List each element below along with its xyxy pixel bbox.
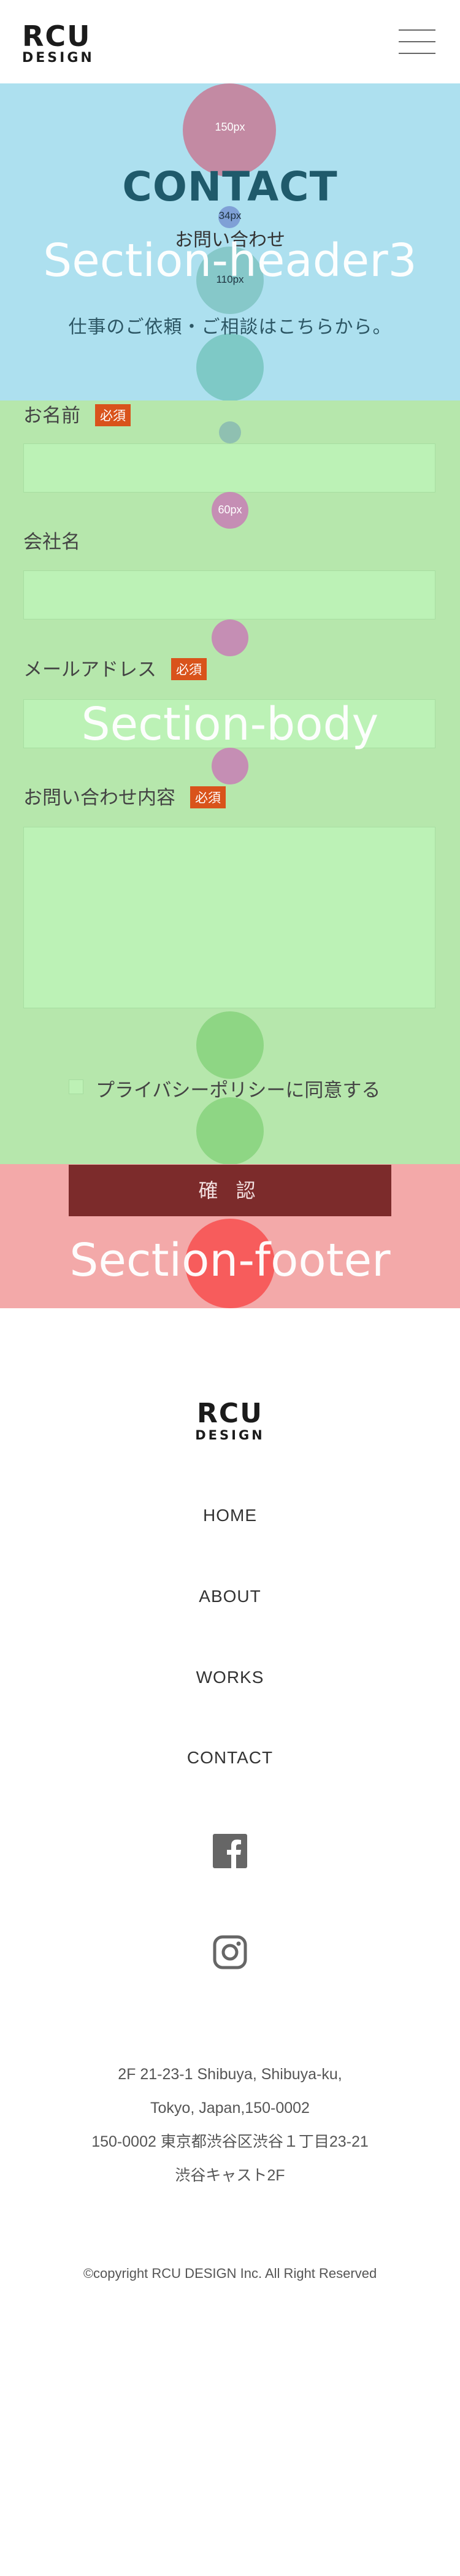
email-label-text: メールアドレス (23, 659, 156, 680)
page-title: CONTACT (122, 163, 338, 210)
hamburger-line (399, 41, 435, 42)
facebook-icon[interactable] (212, 1833, 248, 1869)
company-address: 2F 21-23-1 Shibuya, Shibuya-ku, Tokyo, J… (0, 2058, 460, 2193)
name-label: お名前 必須 (23, 400, 131, 428)
spacing-circle (212, 748, 248, 784)
logo-line2: DESIGN (22, 50, 94, 66)
spacing-circle (212, 619, 248, 656)
footer-nav-home[interactable]: HOME (0, 1506, 460, 1525)
copyright: ©copyright RCU DESIGN Inc. All Right Res… (83, 2266, 377, 2281)
section-label: Section-body (81, 698, 379, 751)
privacy-checkbox[interactable] (69, 1079, 83, 1094)
footer-nav-about[interactable]: ABOUT (0, 1587, 460, 1606)
section-label: Section-header3 (43, 234, 417, 287)
spacing-note: 34px (218, 210, 242, 221)
spacing-circle (196, 1097, 264, 1165)
inquiry-label-text: お問い合わせ内容 (23, 787, 175, 808)
footer-logo-line2: DESIGN (195, 1428, 265, 1443)
address-line: 渋谷キャスト2F (175, 2167, 285, 2184)
spacing-note: 60px (218, 504, 242, 516)
company-label: 会社名 (23, 526, 80, 554)
name-label-text: お名前 (23, 405, 80, 426)
spacing-circle (196, 334, 264, 401)
spacing-note: 150px (215, 121, 245, 133)
hamburger-line (399, 29, 435, 31)
inquiry-textarea[interactable] (23, 827, 435, 1008)
footer-logo-line1: RCU (197, 1398, 263, 1429)
logo[interactable]: RCU DESIGN (22, 22, 94, 66)
name-field[interactable] (23, 443, 435, 493)
inquiry-label: お問い合わせ内容 必須 (23, 782, 226, 810)
footer-logo[interactable]: RCU DESIGN (0, 1400, 460, 1443)
confirm-button[interactable]: 確 認 (69, 1165, 391, 1216)
company-label-text: 会社名 (23, 531, 80, 553)
logo-line1: RCU (22, 20, 91, 53)
address-line: 2F 21-23-1 Shibuya, Shibuya-ku, (118, 2066, 342, 2083)
address-line: Tokyo, Japan,150-0002 (150, 2099, 310, 2117)
email-label: メールアドレス 必須 (23, 654, 207, 682)
hamburger-line (399, 53, 435, 54)
footer-nav-works[interactable]: WORKS (0, 1668, 460, 1687)
address-line: 150-0002 東京都渋谷区渋谷１丁目23-21 (91, 2133, 369, 2150)
required-badge: 必須 (190, 786, 226, 808)
site-header: RCU DESIGN (0, 0, 460, 83)
footer-nav-contact[interactable]: CONTACT (0, 1748, 460, 1768)
spacing-circle (219, 421, 241, 443)
required-badge: 必須 (171, 657, 207, 680)
hamburger-menu-icon[interactable] (399, 28, 435, 55)
section-label: Section-footer (69, 1234, 391, 1287)
required-badge: 必須 (95, 404, 131, 426)
spacing-circle (196, 1011, 264, 1079)
company-field[interactable] (23, 570, 435, 619)
instagram-icon[interactable] (212, 1934, 248, 1971)
page-description: 仕事のご依頼・ご相談はこちらから。 (68, 317, 392, 337)
privacy-label[interactable]: プライバシーポリシーに同意する (96, 1075, 380, 1102)
